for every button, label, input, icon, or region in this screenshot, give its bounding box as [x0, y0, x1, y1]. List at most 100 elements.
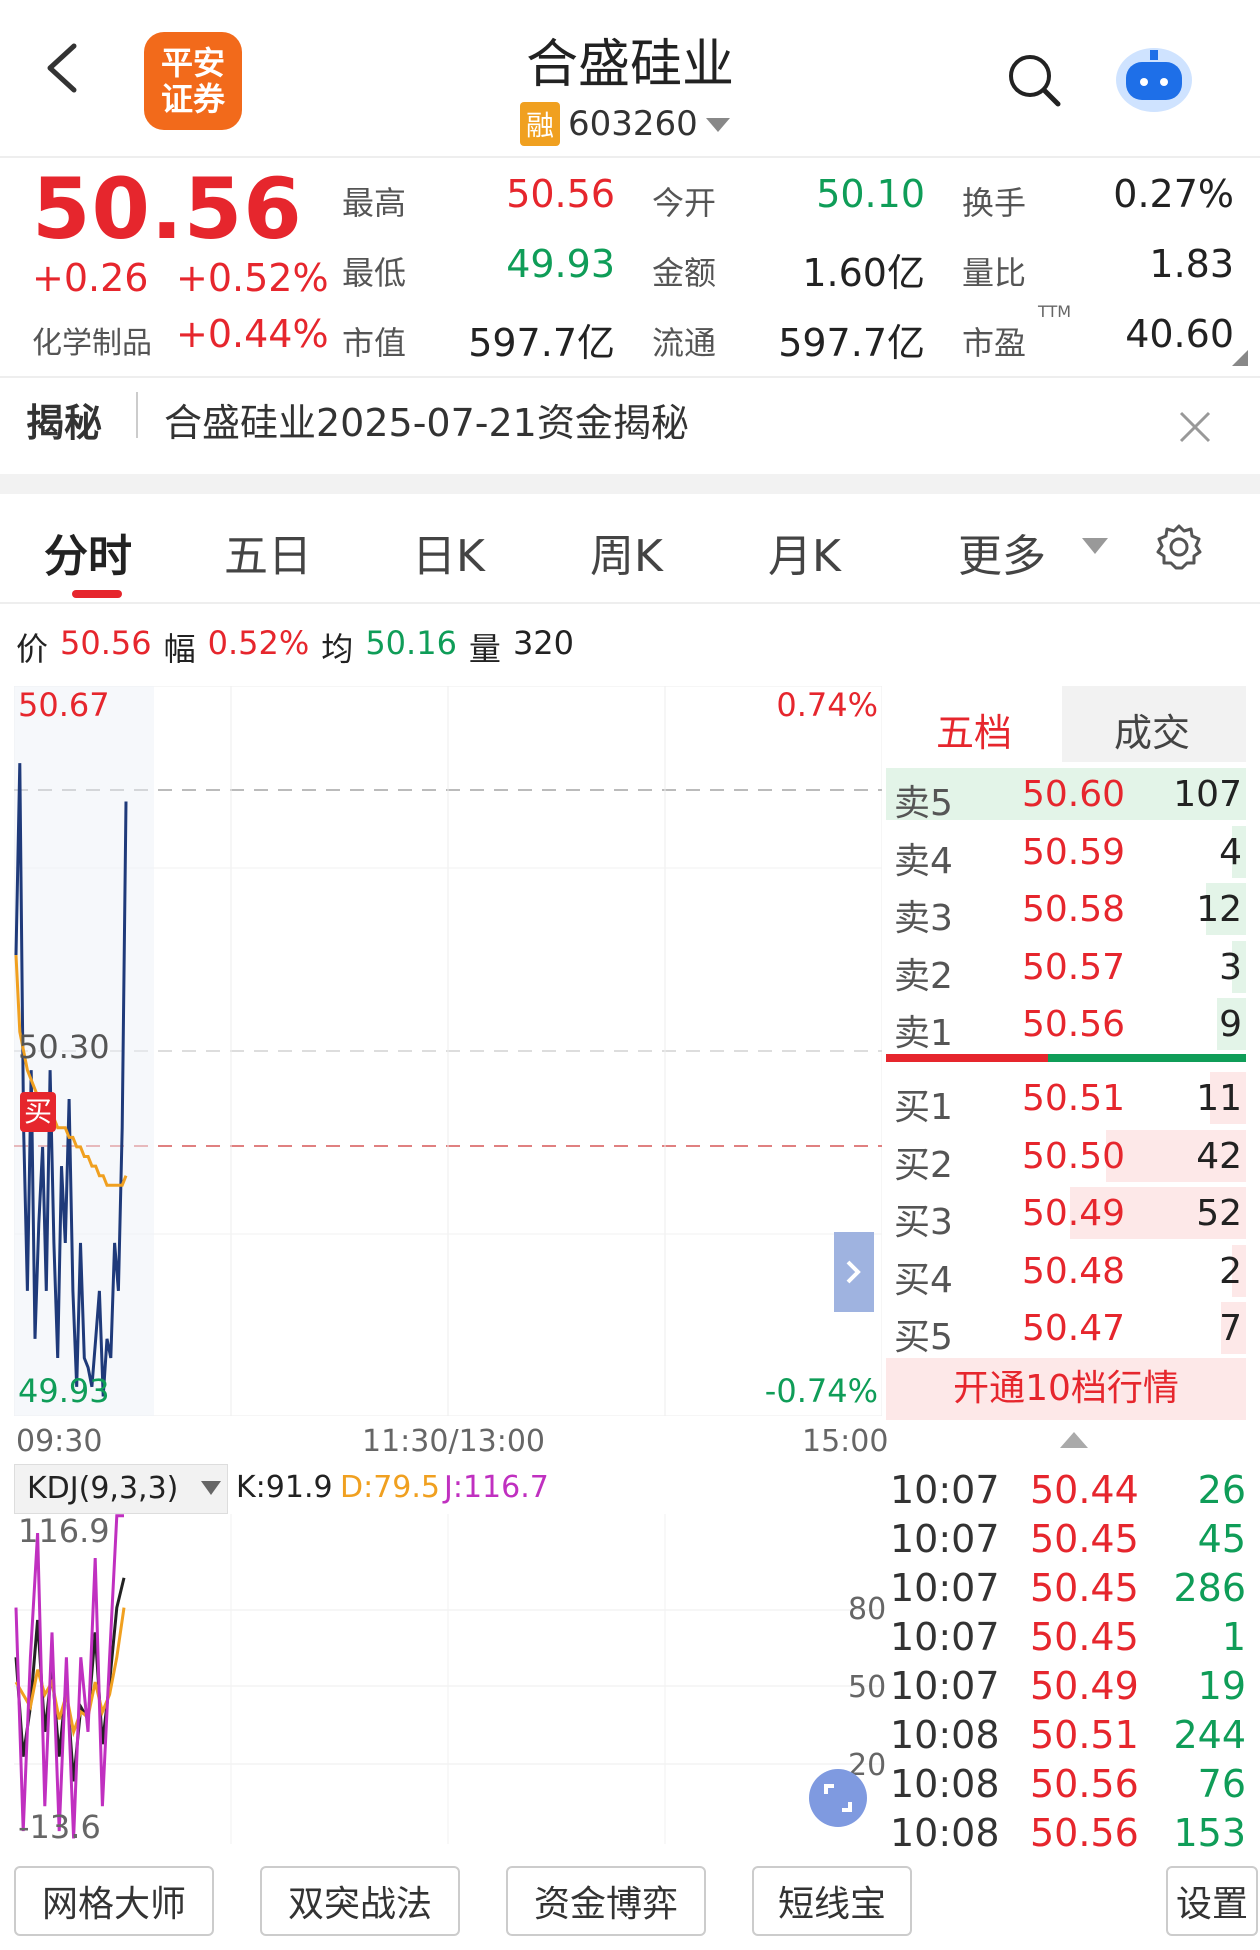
- bid-row[interactable]: 买5 50.47 7: [886, 1300, 1246, 1358]
- robot-assistant-icon[interactable]: [1112, 40, 1196, 116]
- info-avg: 50.16: [365, 624, 457, 662]
- level-price: 50.56: [1022, 1004, 1126, 1045]
- level-volume: 52: [1196, 1193, 1242, 1234]
- level-label: 买5: [894, 1317, 953, 1358]
- reveal-link[interactable]: 合盛硅业2025-07-21资金揭秘: [164, 392, 689, 447]
- level-volume: 107: [1173, 774, 1242, 815]
- intraday-chart[interactable]: [14, 686, 882, 1416]
- ask-bid-divider-green: [1048, 1054, 1246, 1062]
- chart-bottom-pct: -0.74%: [764, 1372, 878, 1410]
- stat-label: 流通: [652, 324, 717, 362]
- ask-row[interactable]: 卖4 50.59 4: [886, 824, 1246, 882]
- bid-row[interactable]: 买4 50.48 2: [886, 1243, 1246, 1301]
- stock-code-selector[interactable]: 融 603260: [520, 102, 730, 146]
- info-amp: 0.52%: [207, 624, 310, 662]
- tick-price: 50.49: [1030, 1664, 1139, 1708]
- divider: [136, 392, 138, 438]
- grid-master-button[interactable]: 网格大师: [14, 1866, 214, 1936]
- tab-daily-k[interactable]: 日K: [412, 520, 485, 584]
- gear-icon[interactable]: [1154, 522, 1204, 572]
- chart-bottom-price: 49.93: [18, 1372, 110, 1410]
- tick-time: 10:07: [890, 1517, 1000, 1561]
- tab-five-levels[interactable]: 五档: [936, 702, 1012, 757]
- tick-price: 50.45: [1030, 1615, 1139, 1659]
- close-icon[interactable]: [1178, 410, 1212, 444]
- level-volume: 9: [1219, 1004, 1242, 1045]
- level-label: 卖2: [894, 955, 953, 997]
- tab-more[interactable]: 更多: [958, 520, 1046, 584]
- tab-trades[interactable]: 成交: [1114, 702, 1190, 757]
- level-volume: 3: [1219, 946, 1242, 988]
- level-volume: 42: [1196, 1135, 1242, 1177]
- tick-row: 10:07 50.45 1: [890, 1611, 1246, 1659]
- info-price: 50.56: [60, 624, 152, 662]
- tick-row: 10:08 50.56 153: [890, 1807, 1246, 1855]
- tick-price: 50.44: [1030, 1468, 1139, 1512]
- tab-weekly-k[interactable]: 周K: [590, 520, 663, 584]
- level-price: 50.57: [1022, 946, 1126, 988]
- tick-row: 10:07 50.45 45: [890, 1513, 1246, 1561]
- tick-row: 10:07 50.45 286: [890, 1562, 1246, 1610]
- double-breakout-button[interactable]: 双突战法: [260, 1866, 460, 1936]
- sector-name[interactable]: 化学制品: [32, 318, 152, 362]
- level-price: 50.58: [1022, 889, 1126, 930]
- stat-label: 最低: [342, 254, 407, 292]
- ask-row[interactable]: 卖2 50.57 3: [886, 939, 1246, 997]
- level-volume: 4: [1219, 831, 1242, 873]
- tick-volume: 76: [1197, 1762, 1246, 1806]
- divider: [0, 156, 1260, 158]
- kdj-top-value: 116.9: [18, 1512, 110, 1550]
- capital-game-button[interactable]: 资金博弈: [506, 1866, 706, 1936]
- time-end: 15:00: [802, 1424, 889, 1459]
- settings-button[interactable]: 设置: [1166, 1866, 1258, 1936]
- ask-row[interactable]: 卖3 50.58 12: [886, 881, 1246, 939]
- dropdown-triangle-icon: [201, 1481, 221, 1495]
- ask-row[interactable]: 卖5 50.60 107: [886, 766, 1246, 824]
- tick-row: 10:08 50.56 76: [890, 1758, 1246, 1806]
- stat-label: 换手: [962, 184, 1027, 222]
- short-line-button[interactable]: 短线宝: [752, 1866, 912, 1936]
- level-label: 卖1: [894, 1013, 953, 1054]
- chevron-up-icon[interactable]: [1060, 1430, 1088, 1448]
- indicator-selector[interactable]: KDJ(9,3,3): [14, 1464, 228, 1514]
- kdj-j-value: J:116.7: [444, 1470, 549, 1505]
- expand-corner-icon[interactable]: [1232, 350, 1248, 366]
- level-price: 50.48: [1022, 1250, 1126, 1292]
- stat-label: 今开: [652, 184, 717, 222]
- open-10-levels-button[interactable]: 开通10档行情: [886, 1358, 1246, 1420]
- tab-five-day[interactable]: 五日: [224, 520, 312, 584]
- level-price: 50.50: [1022, 1135, 1126, 1177]
- bid-row[interactable]: 买1 50.51 11: [886, 1070, 1246, 1128]
- level-label: 卖4: [894, 840, 953, 882]
- level-volume: 12: [1196, 889, 1242, 930]
- buy-marker[interactable]: 买: [20, 1092, 56, 1132]
- tick-time: 10:07: [890, 1468, 1000, 1512]
- tick-volume: 286: [1173, 1566, 1246, 1610]
- fullscreen-icon[interactable]: [808, 1768, 868, 1828]
- level-volume: 11: [1196, 1078, 1242, 1119]
- kdj-chart[interactable]: [14, 1514, 882, 1844]
- info-vol: 320: [512, 624, 575, 662]
- level-label: 买2: [894, 1144, 953, 1186]
- sector-change-pct: +0.44%: [176, 312, 329, 356]
- time-start: 09:30: [16, 1424, 103, 1459]
- level-price: 50.60: [1022, 774, 1126, 815]
- bid-row[interactable]: 买2 50.50 42: [886, 1128, 1246, 1186]
- stat-label: 最高: [342, 184, 407, 222]
- tab-monthly-k[interactable]: 月K: [768, 520, 841, 584]
- stat-value-pe: 40.60: [1125, 312, 1234, 356]
- margin-badge: 融: [520, 102, 561, 146]
- tab-intraday[interactable]: 分时: [44, 520, 132, 584]
- level-label: 买1: [894, 1087, 953, 1128]
- ask-row[interactable]: 卖1 50.56 9: [886, 996, 1246, 1054]
- stat-label: 市盈: [962, 324, 1027, 362]
- search-icon[interactable]: [1006, 52, 1062, 108]
- level-price: 50.59: [1022, 831, 1126, 873]
- stat-label: 量比: [962, 254, 1027, 292]
- bid-row[interactable]: 买3 50.49 52: [886, 1185, 1246, 1243]
- indicator-label: KDJ(9,3,3): [27, 1471, 179, 1506]
- stat-value-market-cap: 597.7亿: [468, 321, 615, 365]
- tick-price: 50.51: [1030, 1713, 1139, 1757]
- expand-panel-button[interactable]: [834, 1232, 874, 1312]
- reveal-tag: 揭秘: [26, 401, 103, 445]
